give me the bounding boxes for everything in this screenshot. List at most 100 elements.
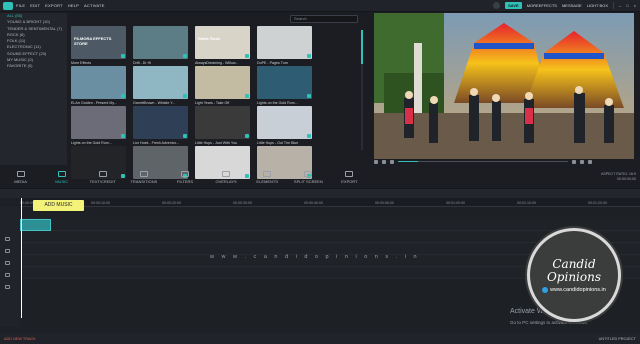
- music-item[interactable]: Light Years - Take Off: [195, 66, 250, 105]
- audio-track-icon[interactable]: [5, 273, 10, 277]
- snapshot-icon[interactable]: [572, 159, 576, 164]
- music-track-icon[interactable]: [5, 285, 10, 289]
- download-icon[interactable]: [183, 134, 187, 138]
- download-icon[interactable]: [307, 54, 311, 58]
- thumbnail-text: FILMORA EFFECTS STORE: [74, 36, 112, 46]
- message-button[interactable]: MESSAGE: [562, 3, 582, 8]
- music-thumbnail: [257, 66, 312, 99]
- library-scrollbar[interactable]: [361, 30, 363, 150]
- timeline-track[interactable]: [20, 217, 640, 231]
- tab-label: OVERLAYS: [215, 178, 237, 184]
- download-icon[interactable]: [121, 54, 125, 58]
- menu-help[interactable]: HELP: [68, 3, 79, 8]
- ruler-tick-label: 00:01:10:00: [517, 201, 536, 205]
- download-icon[interactable]: [307, 134, 311, 138]
- play-icon[interactable]: [382, 159, 386, 164]
- volume-icon[interactable]: [580, 159, 584, 164]
- preview-controls: [370, 158, 636, 165]
- minimize-icon[interactable]: –: [619, 3, 621, 8]
- download-icon[interactable]: [183, 94, 187, 98]
- music-item[interactable]: Little Hups - Out The Blue: [257, 106, 312, 145]
- scrollbar-thumb[interactable]: [361, 30, 363, 64]
- video-track-2-icon[interactable]: [5, 249, 10, 253]
- music-item[interactable]: FILMORA EFFECTS STORE More Effects: [71, 26, 126, 65]
- timeline-toolbar: [0, 189, 640, 198]
- site-watermark: w w w . c a n d i d o p i n i o n s . i …: [210, 254, 420, 260]
- playhead[interactable]: [21, 198, 22, 318]
- menu-bar: FILE EDIT EXPORT HELP ACTIVATE: [16, 3, 105, 8]
- save-button[interactable]: SAVE: [505, 2, 522, 9]
- video-track-icon[interactable]: [5, 237, 10, 241]
- menu-file[interactable]: FILE: [16, 3, 25, 8]
- music-item[interactable]: Lights on the Gold Rum...: [71, 106, 126, 145]
- download-icon[interactable]: [121, 134, 125, 138]
- music-item[interactable]: Lior Hoek - Fresh Adventur...: [133, 106, 188, 145]
- download-icon[interactable]: [245, 94, 249, 98]
- download-icon[interactable]: [245, 54, 249, 58]
- timeline-footer: ADD NEW TRACK UNTITLED PROJECT: [0, 333, 640, 344]
- close-icon[interactable]: ×: [634, 3, 636, 8]
- top-bar: FILE EDIT EXPORT HELP ACTIVATE SAVE MORE…: [0, 0, 640, 12]
- music-item-label: Drift - Dr Hi: [133, 61, 151, 65]
- playback-progress[interactable]: [398, 161, 568, 162]
- tab-elements[interactable]: ELEMENTS: [247, 167, 288, 187]
- stop-icon[interactable]: [390, 159, 394, 164]
- elements-icon: [263, 170, 272, 177]
- globe-icon: [542, 286, 549, 293]
- menu-activate[interactable]: ACTIVATE: [84, 3, 105, 8]
- music-item[interactable]: ELArr Golden - Present My...: [71, 66, 126, 105]
- music-thumbnail: [195, 106, 250, 139]
- music-item[interactable]: DoPE - Pages Turn: [257, 26, 312, 65]
- sidebar-item-tender[interactable]: TENDER & SENTIMENTAL (7): [0, 26, 67, 32]
- split-screen-icon: [304, 170, 313, 177]
- top-right-controls: SAVE MOREEFFECTS MESSAGE LIGHT BOX – □ ×: [493, 2, 636, 9]
- tab-text-credit[interactable]: TEXT/CREDIT: [82, 167, 123, 187]
- fullscreen-icon[interactable]: [588, 159, 592, 164]
- download-icon[interactable]: [307, 94, 311, 98]
- overlays-icon: [222, 170, 231, 177]
- download-icon[interactable]: [183, 54, 187, 58]
- ruler-tick-label: 00:00:20:00: [162, 201, 181, 205]
- music-item-label: GarrettBrown - Whistle Y...: [133, 101, 176, 105]
- add-new-track-button[interactable]: ADD NEW TRACK: [4, 337, 36, 341]
- tab-label: MUSIC: [55, 178, 69, 184]
- music-item[interactable]: White Rush AlwaysDreaming - Willow...: [195, 26, 250, 65]
- timeline-ruler[interactable]: 00:00:00:00 00:00:10:00 00:00:20:00 00:00:3…: [20, 198, 640, 207]
- music-item-label: Lights on the Gold Rum...: [257, 101, 298, 105]
- account-icon[interactable]: [493, 2, 501, 9]
- playback-progress-fill: [398, 161, 419, 162]
- menu-edit[interactable]: EDIT: [30, 3, 40, 8]
- music-thumbnail: FILMORA EFFECTS STORE: [71, 26, 126, 59]
- tab-overlays[interactable]: OVERLAYS: [206, 167, 247, 187]
- maximize-icon[interactable]: □: [626, 3, 628, 8]
- sidebar-item-favorite[interactable]: FAVORITE (0): [0, 63, 67, 69]
- music-library-grid: FILMORA EFFECTS STORE More Effects Drift -…: [69, 16, 365, 179]
- music-item-label: ELArr Golden - Present My...: [71, 101, 117, 105]
- tab-export[interactable]: EXPORT: [329, 167, 370, 187]
- ruler-tick-label: 00:01:20:00: [588, 201, 607, 205]
- music-item[interactable]: Little Hups - Just With You: [195, 106, 250, 145]
- tab-filters[interactable]: FILTERS: [164, 167, 205, 187]
- music-item[interactable]: GarrettBrown - Whistle Y...: [133, 66, 188, 105]
- music-item-label: Light Years - Take Off: [195, 101, 230, 105]
- media-icon: [16, 170, 25, 177]
- music-icon: [57, 170, 66, 177]
- aspect-ratio-info: ASPECT RATIO: 16:9 00:00:00:00: [596, 172, 636, 182]
- music-item-label: Lior Hoek - Fresh Adventur...: [133, 141, 179, 145]
- menu-export[interactable]: EXPORT: [45, 3, 63, 8]
- text-track-icon[interactable]: [5, 261, 10, 265]
- tab-label: MEDIA: [14, 178, 27, 184]
- music-item[interactable]: Lights on the Gold Rum...: [257, 66, 312, 105]
- download-icon[interactable]: [121, 94, 125, 98]
- lightbox-button[interactable]: LIGHT BOX: [587, 3, 608, 8]
- tab-label: TEXT/CREDIT: [89, 178, 116, 184]
- tab-media[interactable]: MEDIA: [0, 167, 41, 187]
- rewind-icon[interactable]: [374, 159, 378, 164]
- tab-split-screen[interactable]: SPLIT SCREEN: [288, 167, 329, 187]
- download-icon[interactable]: [245, 134, 249, 138]
- video-clip[interactable]: [20, 219, 51, 231]
- more-effects-button[interactable]: MOREEFFECTS: [527, 3, 557, 8]
- music-item[interactable]: Drift - Dr Hi: [133, 26, 188, 65]
- tab-transitions[interactable]: TRANSITIONS: [123, 167, 164, 187]
- tab-music[interactable]: MUSIC: [41, 167, 82, 187]
